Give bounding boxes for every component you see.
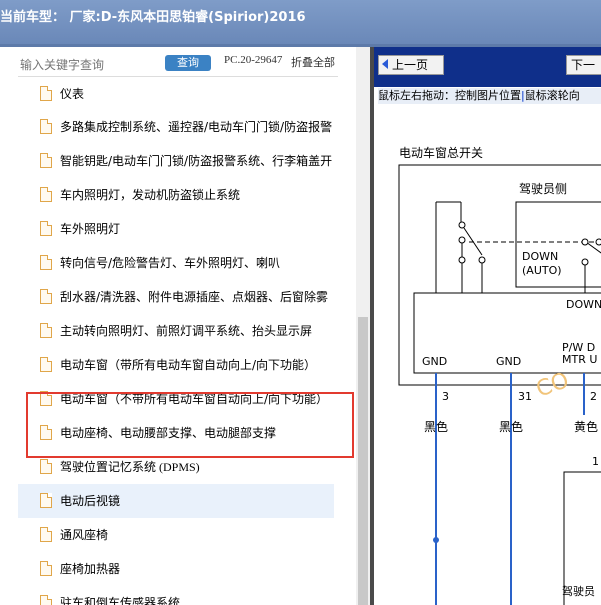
tree-item-label: 车内照明灯，发动机防盗锁止系统 bbox=[60, 188, 241, 202]
viewer-hint: 鼠标左右拖动：控制图片位置|鼠标滚轮向 bbox=[378, 88, 601, 104]
auto-label: (AUTO) bbox=[522, 264, 562, 277]
down-label: DOWN bbox=[522, 250, 558, 263]
viewer-toolbar: 上一页 下一 bbox=[374, 47, 601, 87]
tree-item[interactable]: 车外照明灯 bbox=[18, 212, 334, 246]
window-title-bar: 当前车型： 厂家:D-东风本田思铂睿(Spirior)2016 bbox=[0, 0, 601, 44]
tree-item-label: 通风座椅 bbox=[60, 528, 109, 542]
down2-label: DOWN bbox=[566, 298, 601, 311]
pin-label-2: 31 bbox=[518, 390, 532, 403]
contact-point bbox=[595, 238, 601, 246]
tree-item-label: 多路集成控制系统、遥控器/电动车门门锁/防盗报警 bbox=[60, 120, 333, 134]
tree-item-label: 车外照明灯 bbox=[60, 222, 121, 236]
document-icon bbox=[40, 221, 52, 236]
tree-item[interactable]: 主动转向照明灯、前照灯调平系统、抬头显示屏 bbox=[18, 314, 334, 348]
document-icon bbox=[40, 289, 52, 304]
tree-item-label: 智能钥匙/电动车门门锁/防盗报警系统、行李箱盖开 bbox=[60, 154, 333, 168]
highlight-box bbox=[26, 392, 354, 458]
document-icon bbox=[40, 357, 52, 372]
gnd-label-1: GND bbox=[422, 355, 447, 368]
tree-item-label: 仪表 bbox=[60, 87, 85, 101]
splice-point bbox=[433, 537, 439, 543]
document-icon bbox=[40, 153, 52, 168]
contact-point bbox=[478, 256, 486, 264]
tree-item-label: 主动转向照明灯、前照灯调平系统、抬头显示屏 bbox=[60, 324, 313, 338]
pin-label-1: 3 bbox=[442, 390, 449, 403]
bottom-driver-label: 驾驶员 bbox=[562, 584, 595, 598]
document-icon bbox=[40, 187, 52, 202]
document-icon bbox=[40, 323, 52, 338]
tree-item-label: 电动车窗（带所有电动车窗自动向上/向下功能） bbox=[60, 358, 317, 372]
tree-item[interactable]: 转向信号/危险警告灯、车外照明灯、喇叭 bbox=[18, 246, 334, 280]
document-icon bbox=[40, 459, 52, 474]
tree-item[interactable]: 刮水器/清洗器、附件电源插座、点烟器、后窗除雾 bbox=[18, 280, 334, 314]
prev-page-label: 上一页 bbox=[392, 58, 429, 72]
contact-point bbox=[458, 236, 466, 244]
contact-point bbox=[458, 256, 466, 264]
next-page-button[interactable]: 下一 bbox=[566, 55, 601, 75]
tree-item-label: 驾驶位置记忆系统 (DPMS) bbox=[60, 460, 200, 474]
contact-point bbox=[581, 238, 589, 246]
document-icon bbox=[40, 255, 52, 270]
contact-point bbox=[458, 221, 466, 229]
tree-item[interactable]: 电动车窗（带所有电动车窗自动向上/向下功能） bbox=[18, 348, 334, 382]
wire-color-1: 黑色 bbox=[424, 420, 448, 434]
left-scrollbar-thumb[interactable] bbox=[358, 317, 368, 605]
tree-item[interactable]: 电动后视镜 bbox=[18, 484, 334, 518]
wire-color-2: 黑色 bbox=[499, 420, 523, 434]
document-icon bbox=[40, 527, 52, 542]
tree-item-label: 转向信号/危险警告灯、车外照明灯、喇叭 bbox=[60, 256, 281, 270]
document-icon bbox=[40, 86, 52, 101]
gnd-label-2: GND bbox=[496, 355, 521, 368]
current-model-label: 当前车型： 厂家:D-东风本田思铂睿(Spirior)2016 bbox=[0, 10, 306, 25]
tree-item-label: 座椅加热器 bbox=[60, 562, 121, 576]
tree-item-label: 驻车和倒车传感器系统 bbox=[60, 596, 181, 605]
diagram-title: 电动车窗总开关 bbox=[399, 145, 483, 160]
pin-label-4: 1 bbox=[592, 455, 599, 468]
tree-item[interactable]: 智能钥匙/电动车门门锁/防盗报警系统、行李箱盖开 bbox=[18, 144, 334, 178]
next-page-label: 下一 bbox=[571, 58, 596, 72]
document-icon bbox=[40, 119, 52, 134]
prev-page-button[interactable]: 上一页 bbox=[378, 55, 444, 75]
left-scrollbar[interactable] bbox=[356, 47, 370, 605]
tree-item-label: 电动后视镜 bbox=[60, 494, 121, 508]
tree-item[interactable]: 多路集成控制系统、遥控器/电动车门门锁/防盗报警 bbox=[18, 110, 334, 144]
document-icon bbox=[40, 561, 52, 576]
driver-side-label: 驾驶员侧 bbox=[519, 181, 567, 196]
tree-item[interactable]: 驻车和倒车传感器系统 bbox=[18, 586, 334, 605]
collapse-all-link[interactable]: 折叠全部 bbox=[291, 54, 335, 70]
tree-item-label: 刮水器/清洗器、附件电源插座、点烟器、后窗除雾 bbox=[60, 290, 329, 304]
wire-color-3: 黄色 bbox=[574, 420, 598, 434]
left-arrow-icon bbox=[382, 59, 388, 69]
tree-item[interactable]: 仪表 bbox=[18, 77, 334, 111]
tree-item[interactable]: 座椅加热器 bbox=[18, 552, 334, 586]
diagram-viewer: 上一页 下一 鼠标左右拖动：控制图片位置|鼠标滚轮向 电动车窗总开关 驾驶员侧 … bbox=[374, 47, 601, 605]
document-icon bbox=[40, 595, 52, 605]
search-bar: 查询 PC.20-29647 折叠全部 bbox=[0, 47, 370, 77]
wiring-diagram[interactable]: 电动车窗总开关 驾驶员侧 DOWN (AUTO) DOWN P/W D MTR … bbox=[374, 105, 601, 605]
document-icon bbox=[40, 493, 52, 508]
tree-item[interactable]: 通风座椅 bbox=[18, 518, 334, 552]
pin-label-3: 2 bbox=[590, 390, 597, 403]
hint-wheel: 鼠标滚轮向 bbox=[524, 89, 580, 102]
tree-item[interactable]: 车内照明灯，发动机防盗锁止系统 bbox=[18, 178, 334, 212]
hint-drag: 鼠标左右拖动：控制图片位置 bbox=[378, 89, 521, 102]
pc-code-label: PC.20-29647 bbox=[224, 54, 283, 66]
pw-label-2: MTR U bbox=[562, 353, 597, 366]
search-button[interactable]: 查询 bbox=[165, 55, 211, 71]
contact-point bbox=[581, 258, 589, 266]
left-panel: 查询 PC.20-29647 折叠全部 仪表多路集成控制系统、遥控器/电动车门门… bbox=[0, 47, 370, 605]
search-input[interactable] bbox=[18, 56, 162, 74]
